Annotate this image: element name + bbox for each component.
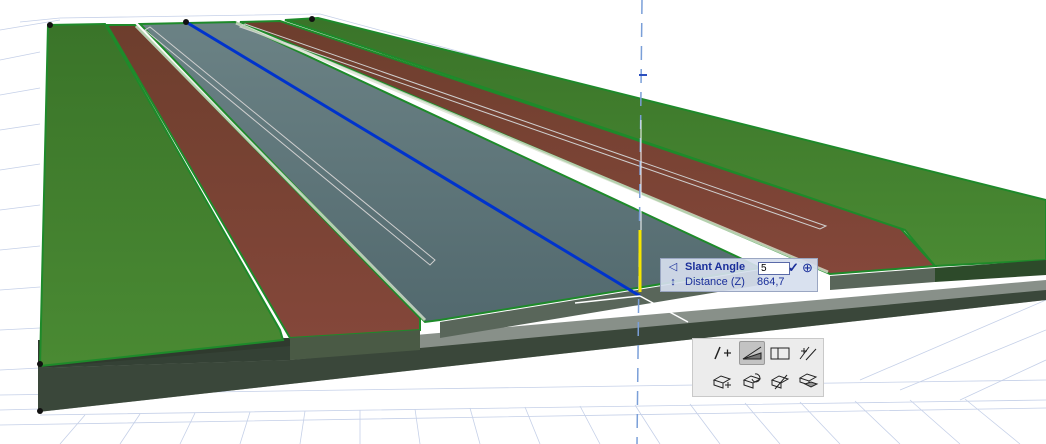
tracker-box: ◁ Slant Angle 5 ✓ ⊕ ↕ Distance (Z) 864,7 — [660, 258, 818, 292]
rotate-icon[interactable] — [739, 369, 765, 393]
slant-surface-icon[interactable] — [739, 341, 765, 365]
move-node-icon[interactable] — [709, 341, 735, 365]
distance-value[interactable]: 864,7 — [757, 275, 785, 290]
slant-angle-input[interactable]: 5 — [758, 262, 790, 275]
flat-surface-icon[interactable] — [767, 341, 793, 365]
slant-angle-icon: ◁ — [668, 261, 678, 273]
offset-edge-icon[interactable] — [795, 341, 821, 365]
3d-viewport[interactable]: ◁ Slant Angle 5 ✓ ⊕ ↕ Distance (Z) 864,7 — [0, 0, 1046, 444]
pet-palette — [692, 338, 824, 397]
slant-angle-label: Slant Angle — [685, 261, 746, 273]
3d-model-scene[interactable] — [0, 0, 1046, 444]
vertical-distance-icon: ↕ — [670, 276, 676, 288]
crosshair-icon[interactable]: ⊕ — [802, 260, 813, 275]
drag-icon[interactable] — [709, 369, 735, 393]
distance-label: Distance (Z) — [685, 276, 745, 288]
checkmark-icon[interactable]: ✓ — [788, 260, 799, 275]
stretch-height-icon[interactable] — [795, 369, 821, 393]
elevate-icon[interactable] — [767, 369, 793, 393]
